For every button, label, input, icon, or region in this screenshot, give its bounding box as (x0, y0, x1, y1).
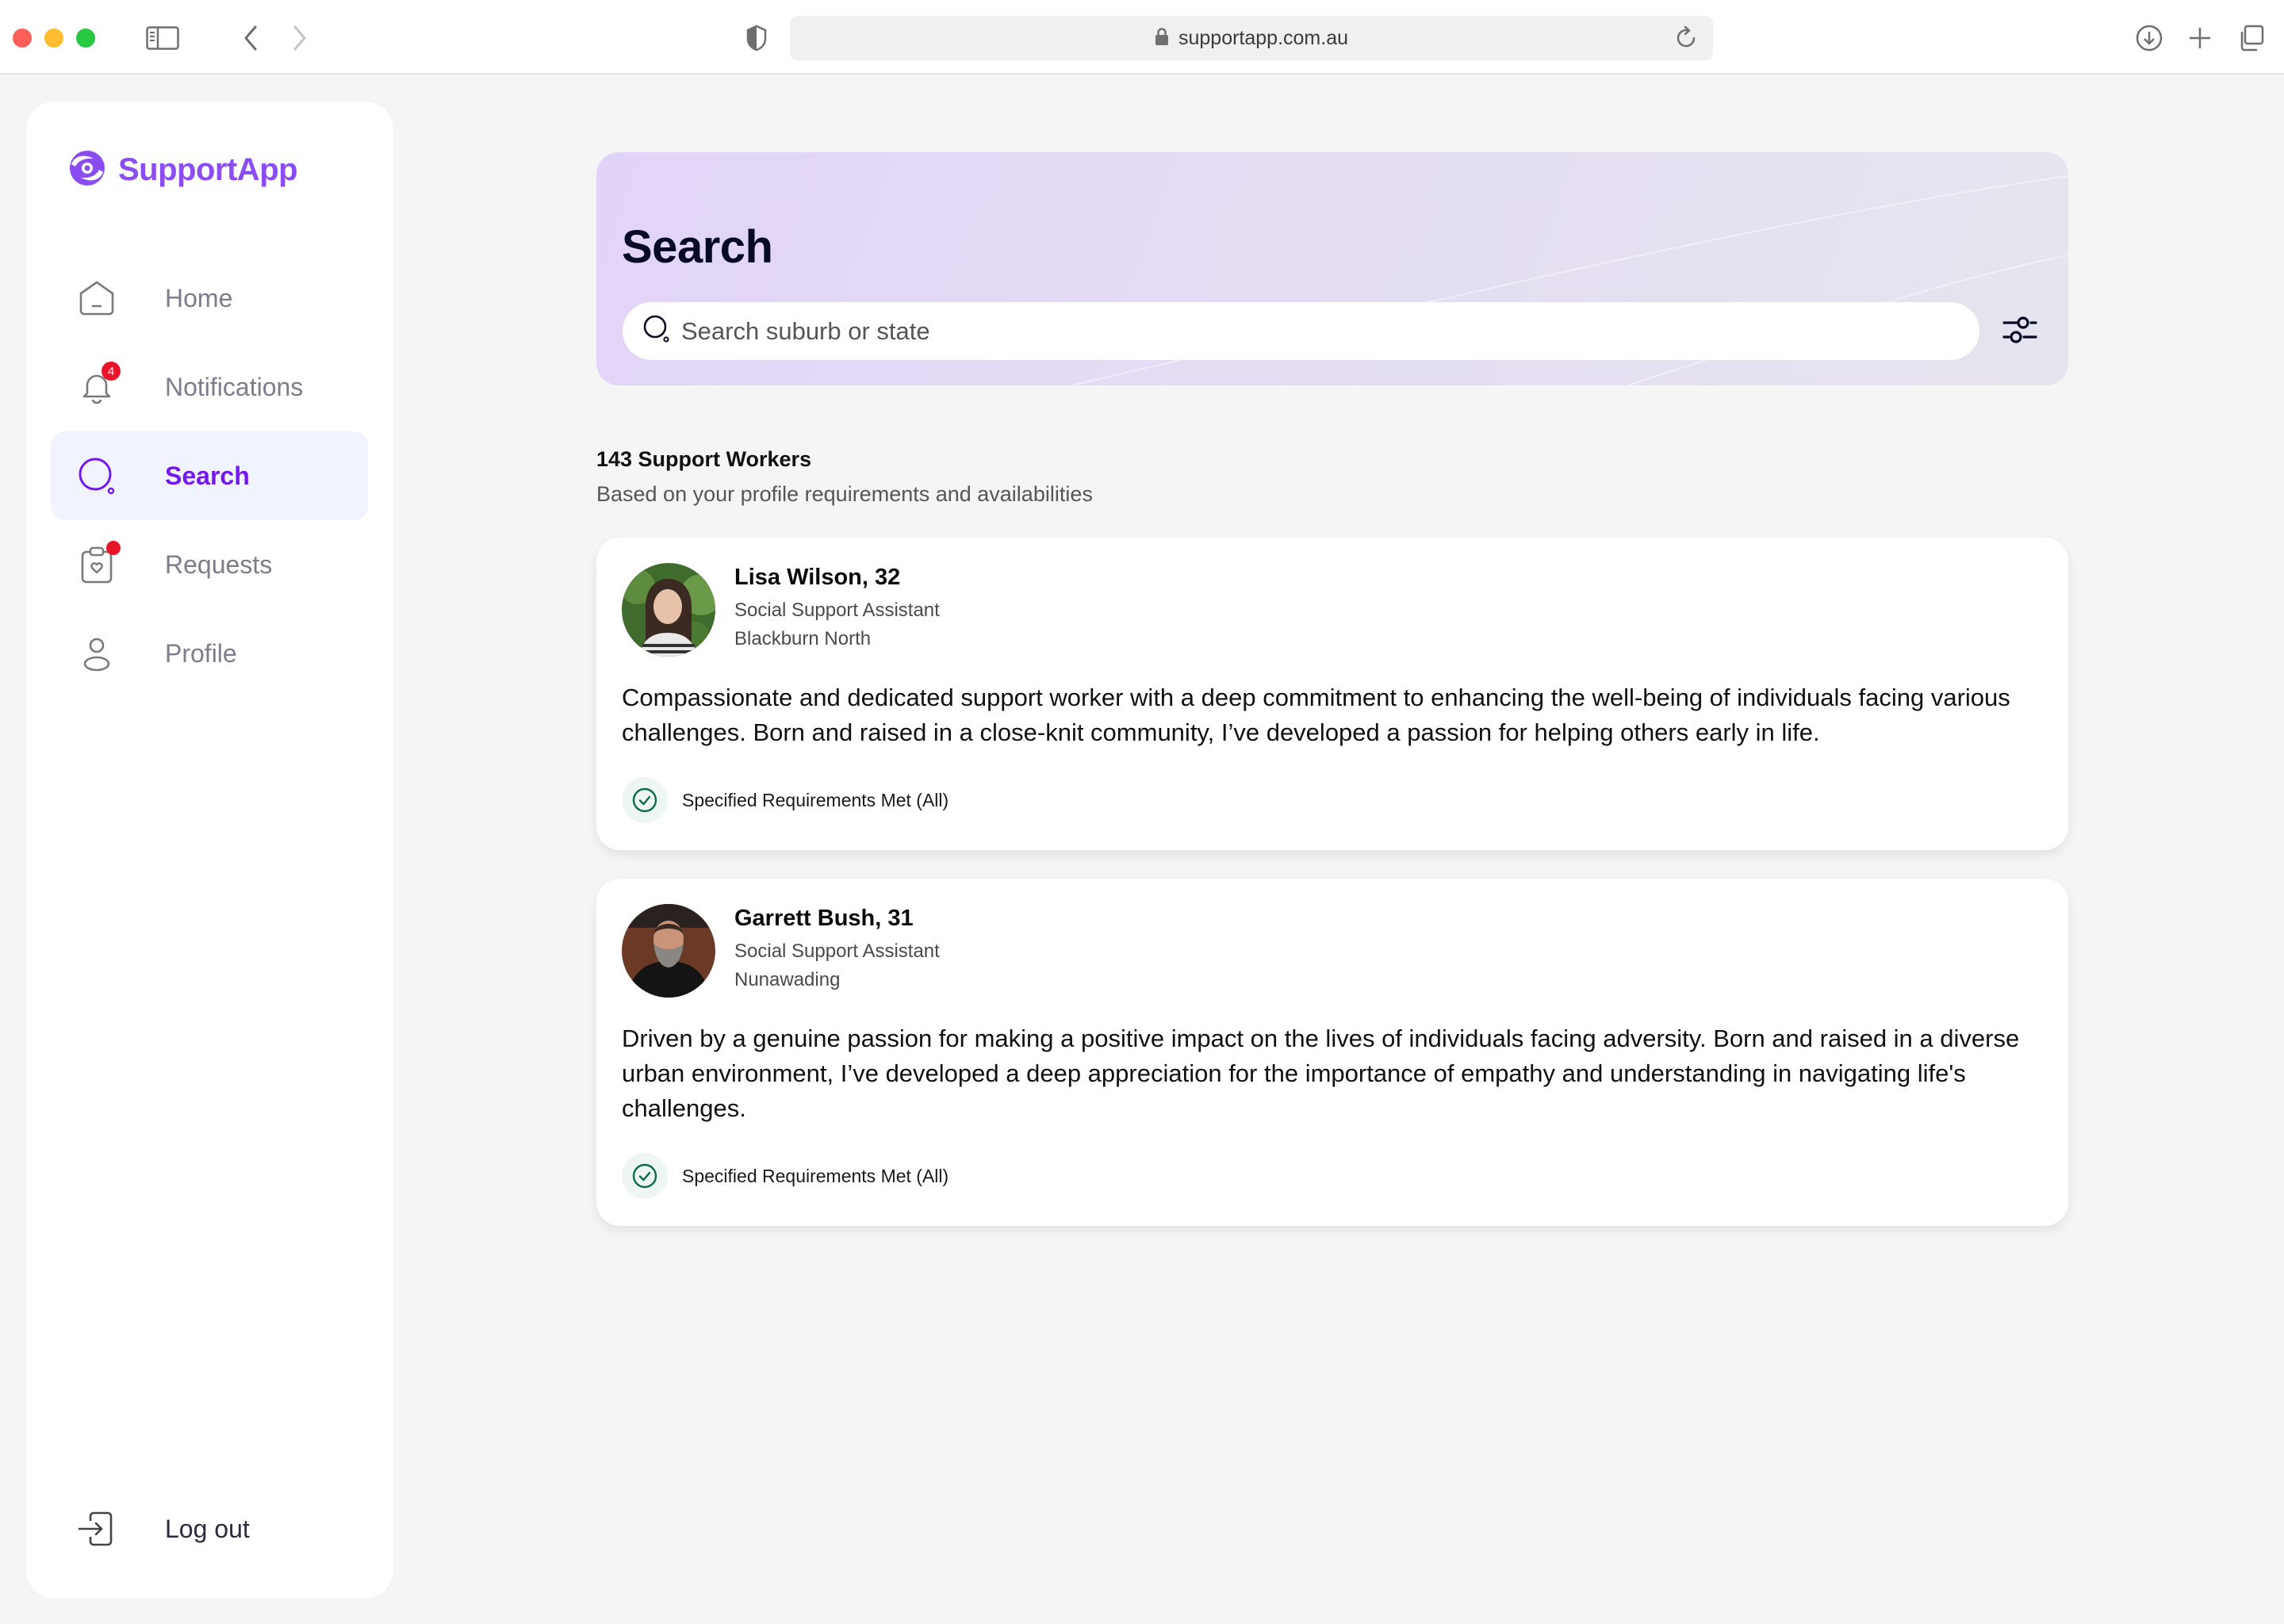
home-icon (78, 279, 116, 317)
sidebar-toggle-icon[interactable] (146, 22, 179, 54)
requirements-status: Specified Requirements Met (All) (622, 1153, 948, 1199)
filter-button[interactable] (1998, 311, 2043, 352)
app-logo[interactable]: SupportApp (67, 149, 298, 191)
back-icon[interactable] (241, 22, 260, 54)
notification-count-badge: 4 (102, 362, 121, 381)
sidebar-item-label: Home (165, 283, 233, 312)
requirements-status: Specified Requirements Met (All) (622, 777, 948, 823)
results-subtitle: Based on your profile requirements and a… (596, 482, 1093, 506)
search-input[interactable] (681, 316, 1871, 346)
results-count: 143 Support Workers (596, 447, 812, 471)
search-icon (78, 457, 116, 495)
worker-role: Social Support Assistant (734, 940, 940, 962)
search-field[interactable] (623, 302, 1979, 360)
sidebar-item-label: Profile (165, 638, 237, 668)
sidebar-item-label: Notifications (165, 372, 304, 401)
sidebar-item-label: Search (165, 461, 250, 490)
close-window-button[interactable] (13, 29, 32, 48)
sidebar-item-search[interactable]: Search (51, 431, 368, 520)
user-icon (78, 634, 116, 672)
worker-role: Social Support Assistant (734, 599, 940, 621)
address-bar[interactable]: supportapp.com.au (790, 16, 1713, 60)
maximize-window-button[interactable] (76, 29, 95, 48)
new-tab-icon[interactable] (2187, 22, 2213, 54)
url-text: supportapp.com.au (1178, 26, 1349, 49)
filter-sliders-icon (2002, 314, 2039, 350)
worker-card[interactable]: Lisa Wilson, 32 Social Support Assistant… (596, 538, 2068, 850)
worker-card[interactable]: Garrett Bush, 31 Social Support Assistan… (596, 879, 2068, 1226)
logout-button[interactable]: Log out (51, 1484, 368, 1573)
app-name: SupportApp (118, 152, 298, 187)
download-icon[interactable] (2135, 22, 2163, 54)
browser-toolbar: supportapp.com.au (0, 0, 2284, 75)
avatar (622, 563, 715, 657)
requirements-label: Specified Requirements Met (All) (682, 789, 949, 810)
sidebar-item-notifications[interactable]: 4 Notifications (51, 343, 368, 431)
reload-icon[interactable] (1675, 25, 1699, 55)
check-circle-icon (622, 777, 668, 823)
logout-icon (78, 1510, 116, 1548)
search-icon (643, 315, 670, 347)
requirements-label: Specified Requirements Met (All) (682, 1165, 949, 1186)
sidebar: SupportApp Home 4 Notifications Search R… (26, 102, 393, 1599)
worker-location: Nunawading (734, 969, 841, 990)
minimize-window-button[interactable] (44, 29, 63, 48)
requests-unread-dot (106, 541, 121, 555)
page-title: Search (622, 221, 773, 273)
worker-bio: Compassionate and dedicated support work… (622, 684, 2010, 746)
search-banner: Search (596, 152, 2068, 385)
sidebar-item-requests[interactable]: Requests (51, 520, 368, 609)
sidebar-item-label: Requests (165, 550, 273, 579)
sidebar-item-profile[interactable]: Profile (51, 609, 368, 698)
avatar (622, 904, 715, 998)
worker-bio: Driven by a genuine passion for making a… (622, 1025, 2020, 1122)
logo-swirl-icon (67, 149, 107, 191)
worker-name[interactable]: Garrett Bush, 31 (734, 906, 914, 932)
forward-icon[interactable] (290, 22, 309, 54)
worker-name[interactable]: Lisa Wilson, 32 (734, 565, 900, 591)
shield-icon[interactable] (745, 22, 768, 54)
worker-location: Blackburn North (734, 628, 872, 649)
logout-label: Log out (165, 1514, 250, 1543)
sidebar-item-home[interactable]: Home (51, 254, 368, 343)
lock-icon (1155, 27, 1169, 50)
check-circle-icon (622, 1153, 668, 1199)
tabs-overview-icon[interactable] (2238, 22, 2265, 54)
